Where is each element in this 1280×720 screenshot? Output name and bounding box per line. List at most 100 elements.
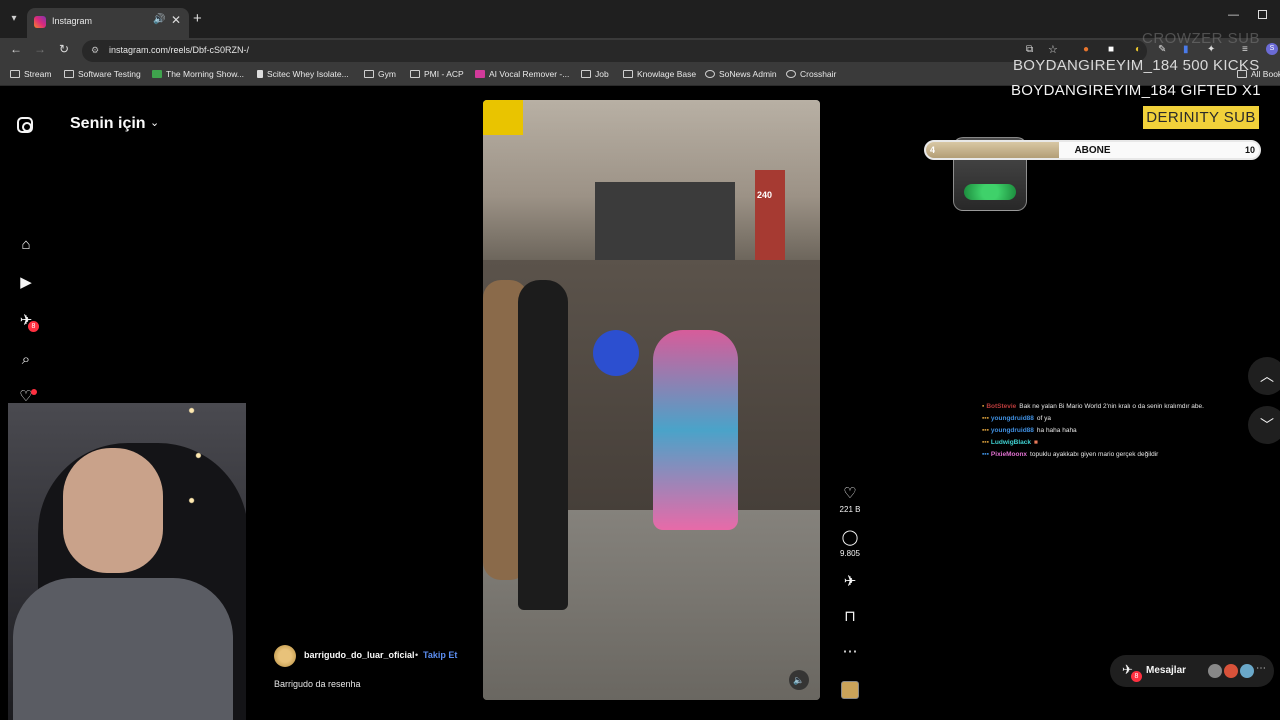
bookmark-label: AI Vocal Remover -... bbox=[489, 69, 570, 79]
minimize-window-icon[interactable]: — bbox=[1228, 9, 1239, 21]
video-person bbox=[653, 330, 738, 530]
instagram-logo-icon[interactable] bbox=[17, 117, 33, 133]
bookmark-icon: ⊓ bbox=[844, 608, 856, 625]
like-button[interactable]: ♡ 221 B bbox=[838, 485, 862, 514]
author-username[interactable]: barrigudo_do_luar_oficial bbox=[304, 650, 415, 660]
bookmark-label: Stream bbox=[24, 69, 52, 79]
more-options-button[interactable]: ⋯ bbox=[838, 643, 862, 661]
site-favicon-icon bbox=[152, 70, 162, 78]
sub-goal-bar: 4 ABONE 10 bbox=[924, 140, 1261, 160]
install-app-icon[interactable]: ⧉ bbox=[1026, 44, 1033, 55]
goal-target: 10 bbox=[1244, 145, 1255, 155]
send-icon: ✈ bbox=[843, 573, 857, 590]
bookmark-label: Crosshair bbox=[800, 69, 837, 79]
folder-icon bbox=[581, 70, 591, 78]
tab-instagram[interactable]: Instagram 🔊 ✕ bbox=[27, 8, 189, 38]
extension-icon[interactable]: ● bbox=[1083, 44, 1089, 55]
globe-icon bbox=[705, 70, 715, 78]
share-button[interactable]: ✈ bbox=[838, 573, 862, 591]
chat-badge-icon: ▪ bbox=[982, 403, 985, 410]
forward-button[interactable]: → bbox=[34, 42, 46, 56]
folder-icon bbox=[410, 70, 420, 78]
comment-icon: ◯ bbox=[841, 529, 859, 546]
bookmark-item[interactable]: Stream bbox=[10, 69, 51, 79]
folder-icon bbox=[364, 70, 374, 78]
mute-icon[interactable]: 🔈 bbox=[789, 670, 809, 690]
reel-video[interactable]: 240 🔈 bbox=[483, 100, 820, 700]
bookmark-label: Job bbox=[595, 69, 609, 79]
bookmark-label: Software Testing bbox=[78, 69, 141, 79]
feed-title[interactable]: Senin için bbox=[70, 115, 146, 133]
chat-message: ▪▪▪ youngdruid88 ha haha haha bbox=[982, 427, 1242, 439]
globe-icon bbox=[786, 70, 796, 78]
tab-strip: ▾ Instagram 🔊 ✕ + — bbox=[0, 0, 1280, 38]
chat-text: ha haha haha bbox=[1036, 427, 1077, 434]
reels-icon[interactable]: ▶ bbox=[17, 274, 35, 292]
chat-user: PixieMoonx bbox=[990, 451, 1028, 458]
stream-chat: ▪ BotStevie Bak ne yalan Bi Mario World 2'… bbox=[982, 403, 1242, 463]
overlay-gift-line: BOYDANGIREYIM_184 GIFTED X1 bbox=[1011, 82, 1261, 99]
site-info-icon[interactable]: ⚙ bbox=[91, 45, 99, 56]
bookmark-item[interactable]: Gym bbox=[364, 69, 396, 79]
comment-button[interactable]: ◯ 9.805 bbox=[838, 529, 862, 558]
overlay-ghost-text: CROWZER SUB bbox=[1142, 30, 1260, 47]
bookmark-item[interactable]: SoNews Admin bbox=[705, 69, 777, 79]
previous-reel-button[interactable]: ︿ bbox=[1248, 357, 1280, 395]
contact-avatar bbox=[1240, 664, 1254, 678]
separator-dot: • bbox=[415, 650, 419, 660]
bookmark-item[interactable]: The Morning Show... bbox=[152, 69, 244, 79]
save-button[interactable]: ⊓ bbox=[838, 608, 862, 626]
tab-close-icon[interactable]: ✕ bbox=[171, 13, 181, 27]
home-icon[interactable]: ⌂ bbox=[17, 236, 35, 254]
follow-link[interactable]: Takip Et bbox=[423, 650, 457, 660]
author-avatar[interactable] bbox=[274, 645, 296, 667]
more-icon: ⋯ bbox=[842, 643, 858, 660]
address-url[interactable]: instagram.com/reels/Dbf-cS0RZN-/ bbox=[109, 45, 249, 55]
tab-search-icon[interactable]: ▾ bbox=[6, 11, 22, 27]
tab-audio-icon[interactable]: 🔊 bbox=[153, 14, 165, 25]
webcam-lights bbox=[178, 403, 246, 553]
chat-text: of ya bbox=[1036, 415, 1051, 422]
bookmark-item[interactable]: Scitec Whey Isolate... bbox=[257, 69, 349, 79]
extension-icon[interactable]: ◐ bbox=[1135, 44, 1141, 55]
reload-button[interactable]: ↻ bbox=[59, 42, 69, 56]
bookmark-item[interactable]: PMI - ACP bbox=[410, 69, 464, 79]
original-audio-thumbnail[interactable] bbox=[841, 681, 859, 699]
bookmark-item[interactable]: Crosshair bbox=[786, 69, 836, 79]
video-person bbox=[518, 280, 568, 610]
new-tab-button[interactable]: + bbox=[193, 10, 202, 27]
extension-icon[interactable]: ■ bbox=[1108, 44, 1114, 55]
bookmark-item[interactable]: Knowlage Base bbox=[623, 69, 696, 79]
search-icon[interactable]: ⌕ bbox=[17, 351, 35, 369]
bookmark-item[interactable]: Job bbox=[581, 69, 609, 79]
webcam-person-body bbox=[13, 578, 233, 720]
bookmark-item[interactable]: AI Vocal Remover -... bbox=[475, 69, 569, 79]
webcam-person-head bbox=[63, 448, 163, 573]
bookmark-star-icon[interactable]: ☆ bbox=[1048, 43, 1058, 56]
maximize-window-icon[interactable] bbox=[1258, 10, 1267, 19]
bookmark-label: PMI - ACP bbox=[424, 69, 464, 79]
messages-button[interactable]: ✈ 8 Mesajlar ⋯ bbox=[1110, 655, 1274, 687]
chevron-down-icon[interactable]: ⌄ bbox=[150, 116, 159, 129]
folder-icon bbox=[64, 70, 74, 78]
more-icon[interactable]: ⋯ bbox=[1256, 663, 1266, 674]
messages-badge: 8 bbox=[1131, 671, 1142, 682]
next-reel-button[interactable]: ﹀ bbox=[1248, 406, 1280, 444]
chat-message: ▪▪▪ PixieMoonx topuklu ayakkabı giyen mari… bbox=[982, 451, 1242, 463]
back-button[interactable]: ← bbox=[10, 42, 22, 56]
emote-icon: ■ bbox=[1034, 439, 1038, 446]
video-ball bbox=[593, 330, 639, 376]
chat-user: LudwigBlack bbox=[990, 439, 1032, 446]
profile-avatar[interactable]: S bbox=[1266, 43, 1278, 55]
chevron-down-icon: ﹀ bbox=[1260, 417, 1274, 433]
chat-user: youngdruid88 bbox=[990, 415, 1034, 422]
messages-label: Mesajlar bbox=[1146, 665, 1187, 676]
address-bar[interactable]: ⚙ instagram.com/reels/Dbf-cS0RZN-/ ⧉ ☆ bbox=[82, 40, 1147, 62]
goal-label: ABONE bbox=[1074, 145, 1111, 156]
bookmark-label: Gym bbox=[378, 69, 396, 79]
folder-icon bbox=[623, 70, 633, 78]
bookmark-item[interactable]: Software Testing bbox=[64, 69, 141, 79]
chat-badge-icon: ▪▪▪ bbox=[982, 451, 989, 458]
reel-caption[interactable]: Barrigudo da resenha bbox=[274, 679, 361, 689]
chat-badge-icon: ▪▪▪ bbox=[982, 427, 989, 434]
